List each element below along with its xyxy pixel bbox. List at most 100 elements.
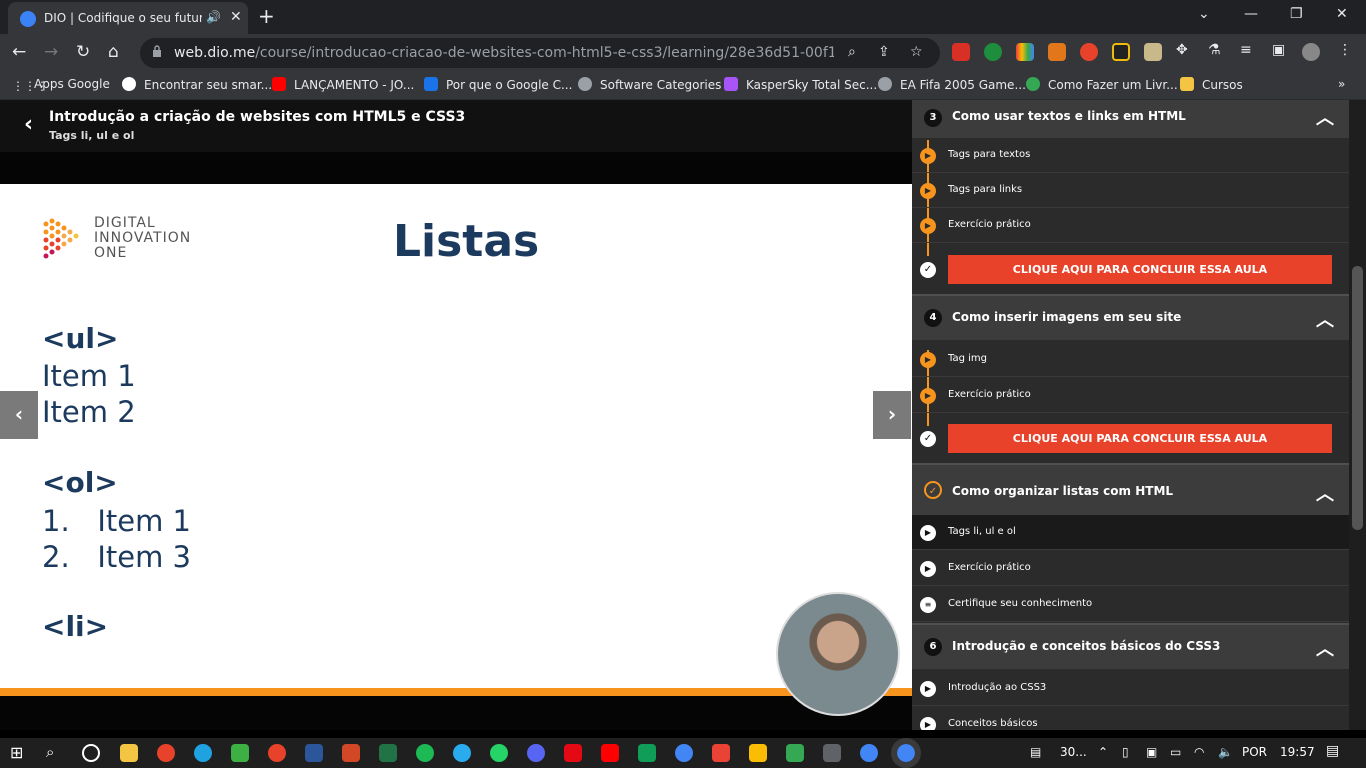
lesson-item[interactable]: ▶ Exercício prático [912,378,1349,413]
bookmark-apps-google[interactable]: ⋮⋮⋮Apps Google [12,77,110,93]
bookmark-star-icon[interactable]: ☆ [910,44,923,60]
bookmark-livro[interactable]: Como Fazer um Livr... [1026,77,1178,92]
discord-icon[interactable] [527,744,545,762]
whatsapp-icon[interactable] [490,744,508,762]
app-icon[interactable] [823,744,841,762]
tray-network-icon[interactable]: ▣ [1146,745,1157,759]
dollar-extension-icon[interactable] [984,43,1002,61]
chevron-up-icon[interactable]: ︿ [1316,306,1334,332]
extensions-puzzle-icon[interactable]: ✥ [1176,42,1188,58]
bookmark-kaspersky[interactable]: KasperSky Total Sec... [724,77,877,92]
notes-extension-icon[interactable] [1144,43,1162,61]
bookmark-cursos[interactable]: Cursos [1180,77,1243,92]
back-arrow-icon[interactable]: ‹ [24,112,33,137]
binance-icon[interactable] [1112,43,1130,61]
speaker-icon[interactable]: 🔊 [206,10,221,24]
tab-search-icon[interactable]: ⌄ [1198,6,1210,22]
chevron-up-icon[interactable]: ︿ [1316,635,1334,661]
tray-app-icon[interactable]: ▯ [1122,745,1129,759]
windows-start-icon[interactable]: ⊞ [10,743,23,762]
notifications-icon[interactable]: ▤ [1326,743,1339,759]
lesson-item[interactable]: ▶ Exercício prático [912,208,1349,243]
lesson-item-active[interactable]: ▶ Tags li, ul e ol [912,515,1349,550]
utorrent-icon[interactable] [231,744,249,762]
module-5-header[interactable]: ✓ Como organizar listas com HTML ︿ [912,463,1349,515]
weather-text[interactable]: 30... [1060,745,1087,759]
module-4-header[interactable]: 4 Como inserir imagens em seu site ︿ [912,294,1349,340]
video-slide[interactable]: DIGITAL INNOVATION ONE Listas <ul> Item … [0,184,912,688]
language-indicator[interactable]: POR [1242,745,1267,759]
media-queue-icon[interactable]: ≡ [1240,42,1252,58]
reload-button[interactable]: ↻ [76,42,90,62]
classroom-icon[interactable] [638,744,656,762]
share-icon[interactable]: ⇪ [878,44,890,60]
app-icon[interactable] [675,744,693,762]
bookmark-lancamento[interactable]: LANÇAMENTO - JO... [272,77,414,92]
lesson-item[interactable]: ▶ Tag img [912,342,1349,377]
netflix-icon[interactable] [564,744,582,762]
weather-icon[interactable]: ▤ [1030,745,1041,759]
complete-lesson-button[interactable]: CLIQUE AQUI PARA CONCLUIR ESSA AULA [948,424,1332,453]
red-circle-extension-icon[interactable] [1080,43,1098,61]
app-icon[interactable] [268,744,286,762]
chevron-up-icon[interactable]: ︿ [1316,104,1334,130]
powerpoint-icon[interactable] [342,744,360,762]
cortana-icon[interactable] [82,744,100,762]
metamask-icon[interactable] [1048,43,1066,61]
chrome-active-icon[interactable] [891,738,921,768]
sidebar-scroll-thumb[interactable] [1352,266,1363,530]
google-drive-icon[interactable] [749,744,767,762]
address-bar[interactable]: web.dio.me/course/introducao-criacao-de-… [140,38,940,68]
lesson-item[interactable]: ≡ Certifique seu conhecimento [912,587,1349,622]
bookmark-por-que[interactable]: Por que o Google C... [424,77,572,92]
spotify-icon[interactable] [416,744,434,762]
excel-icon[interactable] [379,744,397,762]
telegram-icon[interactable] [453,744,471,762]
more-bookmarks-icon[interactable]: » [1338,77,1345,91]
bookmark-fifa[interactable]: EA Fifa 2005 Game... [878,77,1026,92]
volume-icon[interactable]: 🔈 [1218,745,1233,759]
lesson-item[interactable]: ▶ Exercício prático [912,551,1349,586]
app-icon[interactable] [786,744,804,762]
chevron-up-icon[interactable]: ︿ [1316,480,1334,506]
bookmark-software[interactable]: Software Categories [578,77,721,92]
extension-badge-icon[interactable] [952,43,970,61]
labs-flask-icon[interactable]: ⚗ [1208,42,1221,58]
module-6-header[interactable]: 6 Introdução e conceitos básicos do CSS3… [912,623,1349,669]
color-extension-icon[interactable] [1016,43,1034,61]
lesson-item[interactable]: ▶ Tags para textos [912,138,1349,173]
wifi-icon[interactable]: ◠ [1194,745,1204,759]
module-3-header[interactable]: 3 Como usar textos e links em HTML ︿ [912,100,1349,138]
lesson-item[interactable]: ▶ Conceitos básicos [912,707,1349,730]
side-panel-icon[interactable]: ▣ [1272,42,1285,58]
minimize-button[interactable]: — [1244,6,1258,22]
clock[interactable]: 19:57 [1280,745,1315,759]
next-slide-button[interactable]: › [873,391,911,439]
chrome-icon[interactable] [860,744,878,762]
back-button[interactable]: ← [12,42,26,62]
menu-kebab-icon[interactable]: ⋮ [1338,42,1352,58]
edge-icon[interactable] [194,744,212,762]
new-tab-button[interactable]: + [258,4,275,28]
lesson-item[interactable]: ▶ Introdução ao CSS3 [912,671,1349,706]
close-window-button[interactable]: ✕ [1336,6,1348,22]
gmail-icon[interactable] [712,744,730,762]
battery-icon[interactable]: ▭ [1170,745,1181,759]
previous-slide-button[interactable]: ‹ [0,391,38,439]
file-explorer-icon[interactable] [120,744,138,762]
browser-tab[interactable]: DIO | Codifique o seu futuro 🔊 ✕ [8,2,248,34]
search-icon[interactable]: ⌕ [848,44,856,60]
bookmark-encontrar[interactable]: Encontrar seu smar... [122,77,272,92]
search-icon[interactable]: ⌕ [46,743,54,761]
profile-avatar[interactable] [1302,43,1320,61]
forward-button[interactable]: → [44,42,58,62]
tray-chevron-icon[interactable]: ⌃ [1098,745,1108,759]
youtube-icon[interactable] [601,744,619,762]
restore-button[interactable]: ❐ [1290,6,1303,22]
word-icon[interactable] [305,744,323,762]
close-tab-icon[interactable]: ✕ [230,9,242,25]
complete-lesson-button[interactable]: CLIQUE AQUI PARA CONCLUIR ESSA AULA [948,255,1332,284]
lesson-item[interactable]: ▶ Tags para links [912,173,1349,208]
opera-icon[interactable] [157,744,175,762]
home-button[interactable]: ⌂ [108,42,119,62]
